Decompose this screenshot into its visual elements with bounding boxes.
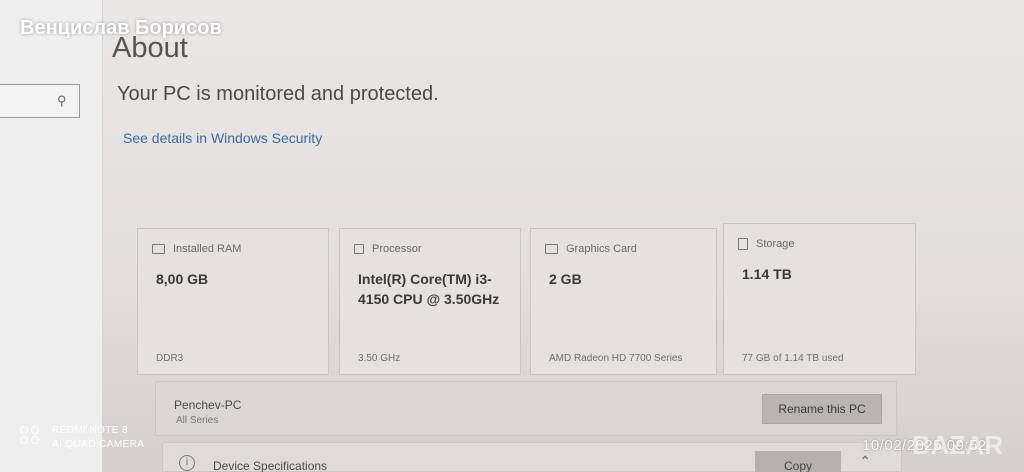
spec-card-value: 2 GB — [549, 271, 582, 287]
bazar-watermark: BAZAR — [912, 430, 1003, 460]
pc-name: Penchev-PC — [174, 398, 242, 412]
spec-card-label: Processor — [372, 243, 422, 255]
pc-series: All Series — [176, 415, 219, 426]
spec-card-sub: DDR3 — [156, 353, 184, 364]
spec-card-sub: 77 GB of 1.14 TB used — [742, 353, 844, 364]
ram-icon — [152, 244, 165, 254]
rename-pc-button[interactable]: Rename this PC — [762, 394, 882, 424]
spec-card-label: Graphics Card — [566, 243, 637, 255]
spec-card-ram: Installed RAM 8,00 GB DDR3 — [137, 228, 329, 375]
spec-card-processor: Processor Intel(R) Core(TM) i3-4150 CPU … — [339, 228, 521, 375]
camera-model: REDMI NOTE 8 — [52, 425, 128, 436]
settings-sidebar: ⚲ — [0, 0, 103, 472]
spec-card-value: 1.14 TB — [742, 266, 792, 282]
device-name-panel: Penchev-PC All Series Rename this PC — [155, 381, 897, 436]
processor-icon — [354, 244, 364, 254]
info-icon: i — [179, 455, 195, 471]
spec-card-storage: Storage 1.14 TB 77 GB of 1.14 TB used — [723, 223, 916, 375]
search-icon[interactable]: ⚲ — [57, 93, 71, 108]
spec-card-graphics: Graphics Card 2 GB AMD Radeon HD 7700 Se… — [530, 228, 717, 375]
device-specifications-label: Device Specifications — [213, 459, 328, 472]
protection-status: Your PC is monitored and protected. — [117, 83, 439, 105]
device-specifications-row[interactable]: i Device Specifications Copy ⌃ — [162, 442, 902, 472]
copy-button[interactable]: Copy — [755, 451, 841, 472]
camera-logo-icon — [20, 426, 42, 446]
storage-icon — [738, 238, 748, 250]
windows-security-link[interactable]: See details in Windows Security — [123, 130, 322, 146]
spec-card-value: 8,00 GB — [156, 271, 209, 287]
search-input[interactable]: ⚲ — [0, 84, 80, 118]
spec-card-value: Intel(R) Core(TM) i3-4150 CPU @ 3.50GHz — [358, 271, 500, 307]
page-title: About — [112, 32, 188, 64]
camera-label: AI QUAD CAMERA — [52, 439, 145, 450]
graphics-card-icon — [545, 244, 558, 254]
spec-card-label: Storage — [756, 238, 795, 250]
spec-card-label: Installed RAM — [173, 243, 242, 255]
spec-card-sub: AMD Radeon HD 7700 Series — [549, 353, 683, 364]
spec-card-sub: 3.50 GHz — [358, 353, 401, 364]
chevron-up-icon[interactable]: ⌃ — [859, 453, 871, 470]
